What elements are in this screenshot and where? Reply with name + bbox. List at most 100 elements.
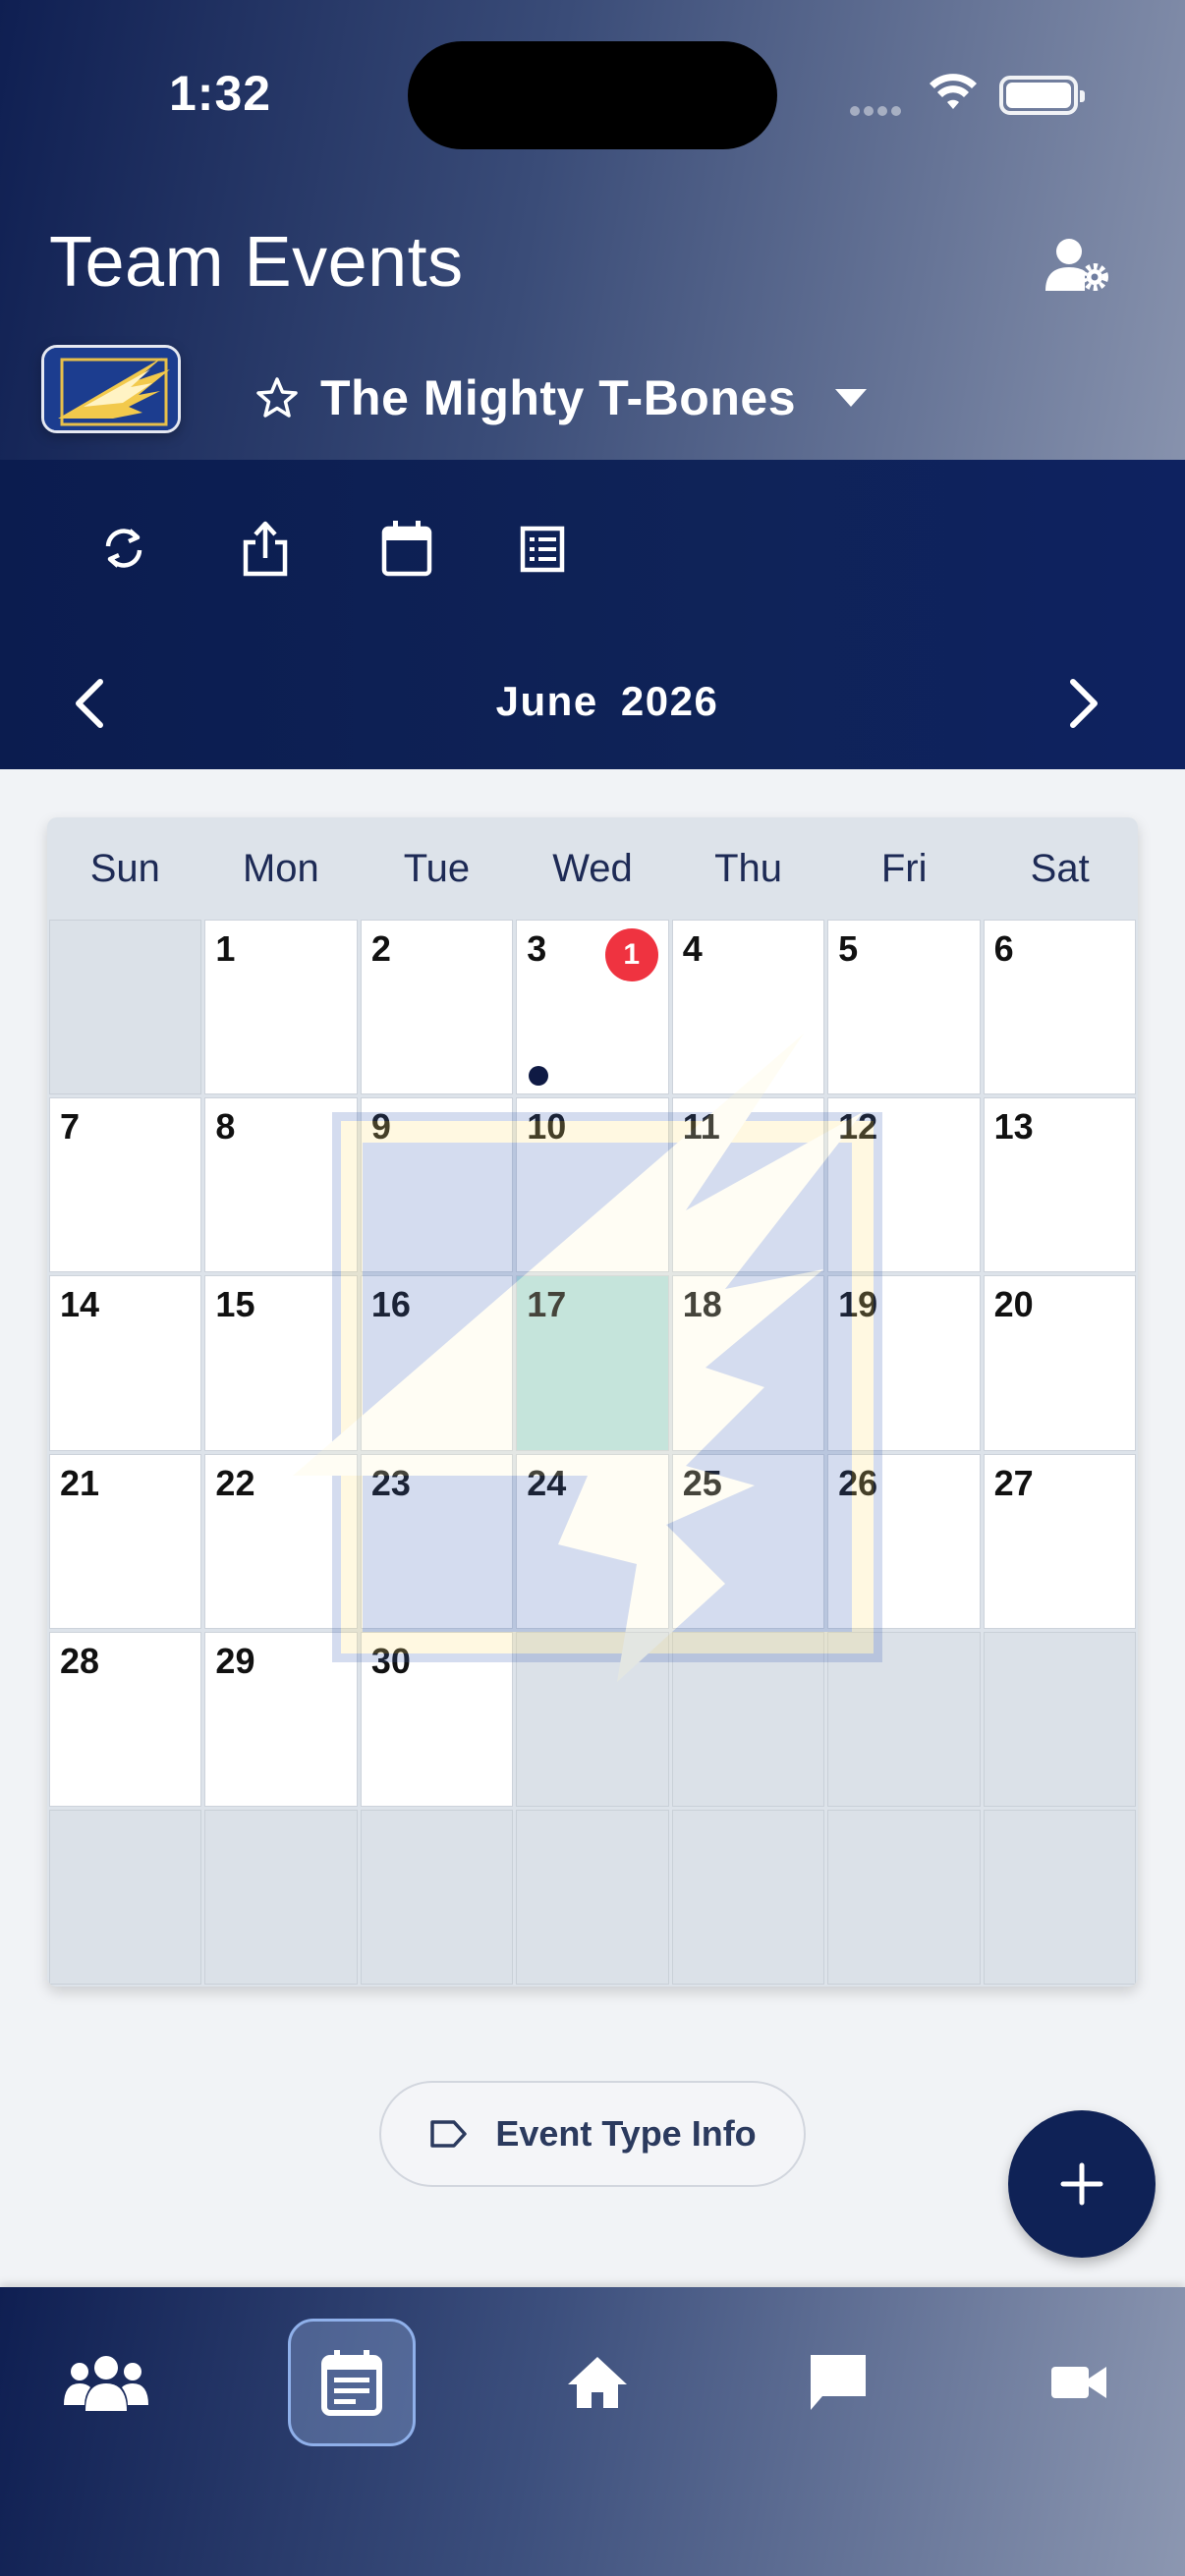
day-number: 14: [60, 1284, 100, 1325]
calendar-grid: Sun Mon Tue Wed Thu Fri Sat 1 2 3 1 4 5 6 7 8 9 10…: [47, 817, 1138, 1987]
calendar-day-cell[interactable]: 18: [671, 1275, 825, 1451]
calendar-day-cell[interactable]: 23: [360, 1453, 514, 1629]
video-icon: [1051, 2367, 1106, 2398]
calendar-day-cell[interactable]: 21: [49, 1453, 202, 1629]
calendar-day-cell[interactable]: 1: [204, 920, 358, 1095]
day-number: 22: [215, 1462, 255, 1503]
calendar-empty-cell: [360, 1809, 514, 1985]
calendar-day-cell[interactable]: 5: [827, 920, 981, 1095]
calendar-day-cell[interactable]: 17: [516, 1275, 669, 1451]
team-icon: [64, 2356, 148, 2411]
day-number: 18: [682, 1284, 722, 1325]
day-number: 4: [682, 928, 703, 969]
calendar-day-cell[interactable]: 15: [204, 1275, 358, 1451]
weekday-label: Mon: [242, 846, 319, 890]
day-number: 8: [215, 1106, 236, 1148]
calendar-day-cell[interactable]: 30: [360, 1631, 514, 1807]
tab-team[interactable]: [42, 2319, 170, 2446]
plus-icon: [1060, 2162, 1103, 2206]
day-number: 20: [993, 1284, 1034, 1325]
tab-events[interactable]: [288, 2319, 416, 2446]
day-number: 10: [527, 1106, 567, 1148]
calendar-empty-cell: [516, 1631, 669, 1807]
refresh-icon[interactable]: [96, 519, 151, 578]
day-number: 15: [215, 1284, 255, 1325]
weekday-label: Tue: [403, 846, 471, 890]
day-number: 30: [370, 1640, 411, 1681]
calendar-day-cell[interactable]: 31: [516, 920, 669, 1095]
status-time: 1:32: [169, 66, 272, 121]
list-icon[interactable]: [515, 519, 570, 578]
calendar-day-cell[interactable]: 7: [49, 1097, 202, 1273]
tag-icon: [430, 2120, 468, 2148]
calendar-day-cell[interactable]: 13: [983, 1097, 1136, 1273]
day-number: 13: [993, 1106, 1034, 1148]
weekday-label: Sun: [89, 846, 160, 890]
tab-home[interactable]: [534, 2319, 661, 2446]
calendar-empty-cell: [49, 1809, 202, 1985]
day-number: 5: [838, 928, 859, 969]
calendar-day-cell[interactable]: 29: [204, 1631, 358, 1807]
calendar-empty-cell: [516, 1809, 669, 1985]
weekday-label: Wed: [552, 846, 633, 890]
day-number: 23: [370, 1462, 411, 1503]
day-number: 9: [370, 1106, 391, 1148]
calendar-empty-cell: [983, 1631, 1136, 1807]
calendar-day-cell[interactable]: 24: [516, 1453, 669, 1629]
calendar-day-cell[interactable]: 22: [204, 1453, 358, 1629]
team-selector[interactable]: The Mighty T-Bones: [255, 364, 869, 432]
calendar-empty-cell: [49, 920, 202, 1095]
calendar-day-cell[interactable]: 12: [827, 1097, 981, 1273]
battery-icon: [999, 76, 1085, 115]
calendar-day-cell[interactable]: 2: [360, 920, 514, 1095]
share-icon[interactable]: [238, 519, 293, 578]
day-number: 25: [682, 1462, 722, 1503]
day-number: 29: [215, 1640, 255, 1681]
event-type-info-button[interactable]: Event Type Info: [379, 2081, 806, 2187]
event-type-info-label: Event Type Info: [495, 2113, 757, 2154]
calendar-day-cell[interactable]: 11: [671, 1097, 825, 1273]
calendar-empty-cell: [671, 1809, 825, 1985]
calendar-day-cell[interactable]: 25: [671, 1453, 825, 1629]
calendar-day-cell[interactable]: 14: [49, 1275, 202, 1451]
days-grid: 1 2 3 1 4 5 6 7 8 9 10 11 12 13 14 15 16 17 18 19 20 21 22 23 24…: [47, 920, 1138, 1987]
chat-icon: [811, 2355, 866, 2410]
event-count-badge: 1: [604, 928, 658, 981]
calendar-day-cell[interactable]: 20: [983, 1275, 1136, 1451]
day-number: 26: [838, 1462, 878, 1503]
calendar-day-cell[interactable]: 8: [204, 1097, 358, 1273]
day-number: 11: [682, 1106, 720, 1148]
user-settings-icon[interactable]: [1044, 236, 1112, 295]
team-logo[interactable]: [41, 345, 181, 433]
add-event-button[interactable]: [1008, 2110, 1156, 2258]
calendar-day-cell[interactable]: 26: [827, 1453, 981, 1629]
calendar-day-cell[interactable]: 28: [49, 1631, 202, 1807]
calendar-day-cell[interactable]: 4: [671, 920, 825, 1095]
star-icon[interactable]: [255, 376, 299, 420]
calendar-day-cell[interactable]: 27: [983, 1453, 1136, 1629]
next-month-button[interactable]: [1061, 678, 1104, 729]
calendar-day-cell[interactable]: 16: [360, 1275, 514, 1451]
calendar-day-cell[interactable]: 19: [827, 1275, 981, 1451]
calendar-day-cell[interactable]: 9: [360, 1097, 514, 1273]
calendar-day-cell[interactable]: 10: [516, 1097, 669, 1273]
day-number: 16: [370, 1284, 411, 1325]
day-number: 1: [215, 928, 236, 969]
day-number: 19: [838, 1284, 878, 1325]
chevron-down-icon: [835, 389, 867, 407]
calendar-day-cell[interactable]: 6: [983, 920, 1136, 1095]
weekday-label: Thu: [714, 846, 783, 890]
day-number: 24: [527, 1462, 567, 1503]
day-number: 12: [838, 1106, 878, 1148]
day-number: 21: [60, 1462, 100, 1503]
calendar-icon[interactable]: [379, 519, 434, 578]
tab-video[interactable]: [1015, 2319, 1143, 2446]
calendar-empty-cell: [983, 1809, 1136, 1985]
calendar-empty-cell: [827, 1631, 981, 1807]
home-icon: [568, 2357, 627, 2408]
tab-chat[interactable]: [774, 2319, 902, 2446]
cellular-signal-icon: [850, 103, 907, 117]
event-indicator-dot: [529, 1066, 549, 1087]
events-icon: [321, 2350, 382, 2416]
calendar-empty-cell: [671, 1631, 825, 1807]
